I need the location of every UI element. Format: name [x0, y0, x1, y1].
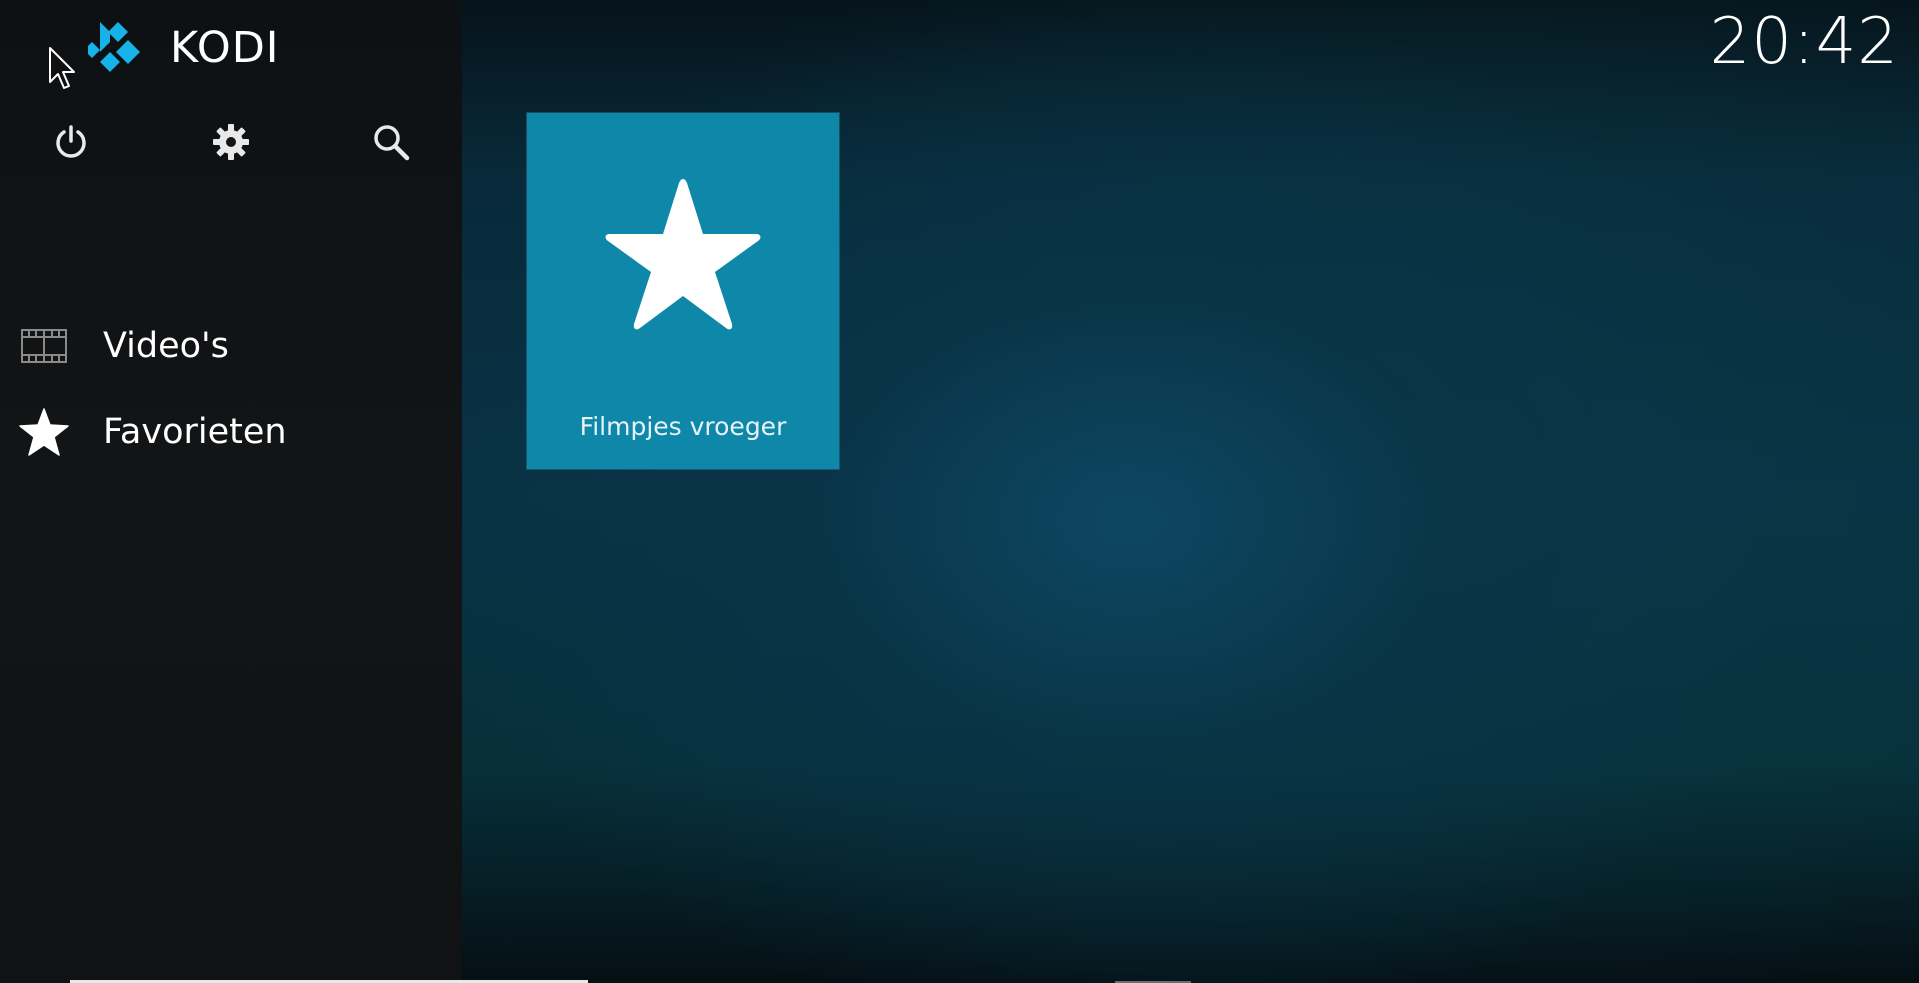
sidebar-item-favourites[interactable]: Favorieten	[0, 393, 462, 471]
search-button[interactable]	[367, 118, 415, 166]
sidebar-item-label: Favorieten	[103, 412, 287, 452]
settings-button[interactable]	[207, 118, 255, 166]
kodi-home-screen: KODI Video's Favorieten 20:42 Filmpjes v…	[0, 0, 1919, 983]
favourite-tile-label: Filmpjes vroeger	[579, 412, 787, 441]
sidebar: KODI Video's Favorieten	[0, 0, 588, 983]
favourite-tile[interactable]: Filmpjes vroeger	[527, 113, 839, 469]
power-button[interactable]	[47, 118, 95, 166]
film-icon	[18, 320, 70, 372]
kodi-logo-icon[interactable]	[88, 20, 144, 76]
search-icon	[374, 125, 410, 161]
sidebar-item-label: Video's	[103, 326, 229, 366]
brand-title: KODI	[170, 23, 280, 73]
sidebar-item-videos[interactable]: Video's	[0, 307, 462, 385]
gear-icon	[213, 124, 249, 160]
star-icon	[18, 406, 70, 458]
clock: 20:42	[1709, 5, 1899, 79]
mouse-cursor-icon	[49, 47, 75, 89]
star-icon	[605, 179, 761, 330]
power-icon	[56, 125, 86, 158]
